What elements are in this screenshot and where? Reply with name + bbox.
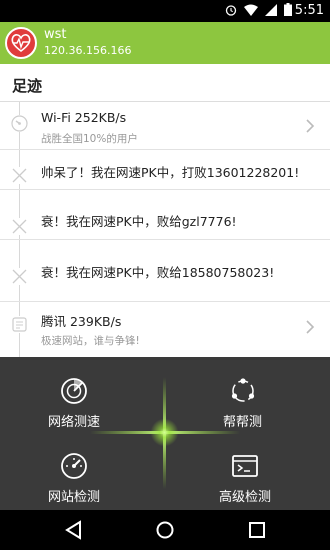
action-panel: 网络测速 帮帮测 网站检测 高级检测: [0, 357, 330, 510]
clock: 5:51: [294, 3, 324, 18]
item-title: 衰！我在网速PK中，败给18580758023!: [41, 265, 275, 280]
alarm-icon: [225, 4, 237, 16]
advanced-test-button[interactable]: 高级检测: [219, 452, 271, 505]
cross-icon: [11, 268, 28, 285]
status-icons: [225, 3, 292, 16]
item-title: 衰！我在网速PK中，败给gzl7776!: [41, 214, 237, 229]
cross-icon: [11, 218, 28, 235]
terminal-icon: [232, 455, 258, 477]
status-bar: 5:51: [0, 0, 330, 22]
cross-icon: [11, 167, 28, 184]
network-speed-label: 网络测速: [48, 415, 101, 430]
recents-icon[interactable]: [248, 520, 266, 540]
list-item[interactable]: 腾讯 239KB/s 极速网站，谁与争锋!: [0, 302, 330, 357]
advanced-test-label: 高级检测: [219, 490, 272, 505]
item-title: Wi-Fi 252KB/s: [41, 110, 127, 125]
home-icon[interactable]: [155, 520, 175, 540]
item-title: 帅呆了！我在网速PK中，打败13601228201!: [41, 165, 300, 180]
list-item[interactable]: Wi-Fi 252KB/s 战胜全国10%的用户: [0, 102, 330, 150]
footprint-list: Wi-Fi 252KB/s 战胜全国10%的用户 帅呆了！我在网速PK中，打败1…: [0, 102, 330, 357]
chevron-right-icon: [306, 119, 315, 133]
section-title: 足迹: [0, 64, 330, 102]
app-header: wst 120.36.156.166: [0, 22, 330, 64]
site-test-button[interactable]: 网站检测: [48, 452, 100, 505]
item-subtitle: 战胜全国10%的用户: [41, 133, 138, 145]
list-item[interactable]: 帅呆了！我在网速PK中，打败13601228201!: [0, 150, 330, 190]
radar-icon: [61, 378, 87, 404]
help-test-button[interactable]: 帮帮测: [223, 377, 262, 430]
help-test-label: 帮帮测: [223, 415, 263, 430]
speedometer-icon: [11, 115, 28, 132]
item-subtitle: 极速网站，谁与争锋!: [41, 335, 140, 347]
chevron-right-icon: [306, 320, 315, 334]
speedometer-icon: [61, 453, 87, 479]
wifi-icon: [244, 4, 258, 16]
item-title: 腾讯 239KB/s: [41, 314, 122, 329]
heartbeat-icon: [11, 34, 31, 53]
ip-address: 120.36.156.166: [44, 44, 132, 57]
navigation-bar: [0, 510, 330, 550]
username: wst: [44, 27, 67, 42]
network-speed-button[interactable]: 网络测速: [48, 377, 100, 430]
battery-icon: [284, 3, 292, 16]
signal-icon: [265, 3, 277, 16]
website-icon: [11, 316, 28, 333]
site-test-label: 网站检测: [48, 490, 101, 505]
app-logo[interactable]: [5, 27, 37, 59]
back-icon[interactable]: [64, 520, 82, 540]
list-item[interactable]: 衰！我在网速PK中，败给gzl7776!: [0, 190, 330, 240]
list-item[interactable]: 衰！我在网速PK中，败给18580758023!: [0, 240, 330, 302]
share-nodes-icon: [231, 378, 254, 402]
